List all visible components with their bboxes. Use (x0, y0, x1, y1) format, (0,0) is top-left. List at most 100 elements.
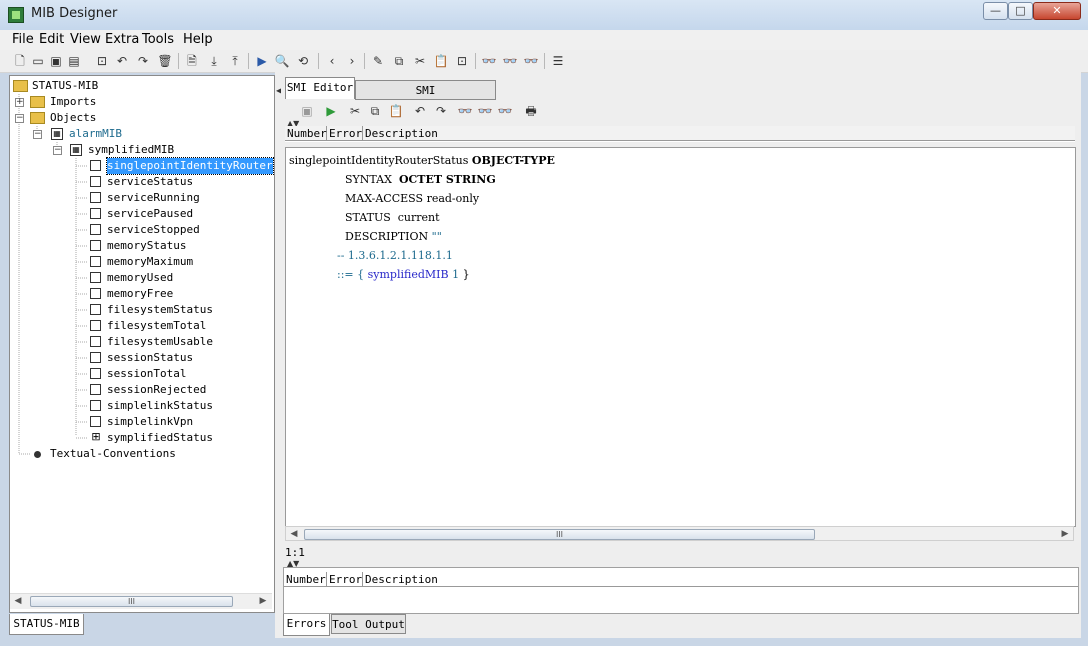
scalar-icon (90, 176, 101, 187)
compile-icon[interactable]: ⊡ (94, 53, 110, 69)
collapse-icon[interactable]: − (33, 130, 42, 139)
find-next-icon[interactable]: 👓 (502, 53, 518, 69)
copy-icon[interactable]: ⧉ (391, 53, 407, 69)
description-value: "" (431, 230, 442, 243)
tree-leaf[interactable]: serviceStatus (107, 174, 193, 190)
tab-smi-preview[interactable]: SMI Preview/Navigation (355, 80, 496, 117)
editor-horizontal-scrollbar[interactable]: ◀ III ▶ (285, 526, 1074, 541)
run-icon[interactable]: ▶ (254, 53, 270, 69)
redo-icon[interactable]: ↷ (135, 53, 151, 69)
tree-leaf[interactable]: serviceRunning (107, 190, 200, 206)
menu-help[interactable]: Help (183, 32, 213, 47)
mib-tree-panel[interactable]: STATUS-MIB + Imports − Objects − ▦ alarm… (9, 75, 275, 613)
scalar-icon (90, 384, 101, 395)
find-icon[interactable]: 👓 (457, 103, 473, 119)
save-icon[interactable]: ▣ (299, 103, 315, 119)
tree-item-status-mib[interactable]: STATUS-MIB (32, 78, 98, 94)
back-icon[interactable]: ‹ (324, 53, 340, 69)
tree-item-selected[interactable]: singlepointIdentityRouterStatus (106, 157, 274, 175)
tree-leaf[interactable]: symplifiedStatus (107, 430, 213, 446)
tab-status-mib[interactable]: STATUS-MIB (9, 614, 84, 635)
scalar-icon (90, 416, 101, 427)
cut-icon[interactable]: ✂ (412, 53, 428, 69)
save-all-icon[interactable]: ▤ (66, 53, 82, 69)
scroll-thumb[interactable]: III (304, 529, 815, 540)
minimize-button[interactable]: — (983, 2, 1008, 20)
tree-leaf[interactable]: sessionStatus (107, 350, 193, 366)
tree-item-textual-conventions[interactable]: Textual-Conventions (50, 446, 176, 462)
undo-icon[interactable]: ↶ (412, 103, 428, 119)
edit-icon[interactable]: ✎ (370, 53, 386, 69)
tree-leaf[interactable]: memoryUsed (107, 270, 173, 286)
menu-file[interactable]: File (12, 32, 34, 47)
scroll-left-icon[interactable]: ◀ (286, 527, 302, 542)
tab-tool-output[interactable]: Tool Output (331, 614, 406, 634)
undo-icon[interactable]: ↶ (114, 53, 130, 69)
import-icon[interactable]: ⤓ (206, 53, 222, 69)
run-icon[interactable]: ▶ (323, 103, 339, 119)
find-replace-icon[interactable]: 👓 (523, 53, 539, 69)
tree-leaf[interactable]: sessionTotal (107, 366, 186, 382)
save-icon[interactable]: ▣ (48, 53, 64, 69)
zoom-icon[interactable]: 🔍 (274, 53, 290, 69)
paste-icon[interactable]: 📋 (388, 103, 404, 119)
tree-leaf[interactable]: memoryStatus (107, 238, 186, 254)
find-next-icon[interactable]: 👓 (477, 103, 493, 119)
outline-icon[interactable]: ☰ (550, 53, 566, 69)
maximize-button[interactable]: □ (1008, 2, 1033, 20)
menu-view[interactable]: View (70, 32, 101, 47)
tree-leaf[interactable]: servicePaused (107, 206, 193, 222)
scroll-thumb[interactable]: III (30, 596, 233, 607)
replace-icon[interactable]: 👓 (497, 103, 513, 119)
tab-smi-editor[interactable]: SMI Editor (285, 77, 355, 99)
delete-icon[interactable]: 🗑 (157, 53, 173, 69)
col-description[interactable]: Description (363, 572, 1078, 587)
tree-leaf[interactable]: filesystemStatus (107, 302, 213, 318)
tree-leaf[interactable]: memoryMaximum (107, 254, 193, 270)
tree-horizontal-scrollbar[interactable]: ◀ III ▶ (10, 593, 272, 609)
new-file-icon[interactable]: 🗋 (12, 53, 28, 69)
tree-leaf[interactable]: filesystemUsable (107, 334, 213, 350)
col-number[interactable]: Number (284, 572, 327, 587)
collapse-icon[interactable]: − (15, 114, 24, 123)
tree-item-imports[interactable]: Imports (50, 94, 96, 110)
menu-extra[interactable]: Extra (105, 32, 139, 47)
tree-leaf[interactable]: sessionRejected (107, 382, 206, 398)
tree-item-objects[interactable]: Objects (50, 110, 96, 126)
smi-editor-textarea[interactable]: singlepointIdentityRouterStatus OBJECT-T… (285, 147, 1076, 527)
expand-icon[interactable]: + (15, 98, 24, 107)
menu-tools[interactable]: Tools (142, 32, 174, 47)
col-number[interactable]: Number (285, 126, 327, 141)
properties-icon[interactable]: ⊡ (454, 53, 470, 69)
copy-icon[interactable]: ⧉ (367, 103, 383, 119)
forward-icon[interactable]: › (344, 53, 360, 69)
scroll-left-icon[interactable]: ◀ (10, 594, 26, 609)
tree-item-symplified-mib[interactable]: symplifiedMIB (88, 142, 174, 158)
collapse-icon[interactable]: − (53, 146, 62, 155)
paste-icon[interactable]: 📋 (433, 53, 449, 69)
scalar-icon (90, 208, 101, 219)
tree-leaf[interactable]: memoryFree (107, 286, 173, 302)
tab-errors[interactable]: Errors (283, 614, 330, 636)
tree-leaf[interactable]: filesystemTotal (107, 318, 206, 334)
export-icon[interactable]: ⤒ (227, 53, 243, 69)
open-icon[interactable]: ▭ (30, 53, 46, 69)
walk-icon[interactable]: ⟲ (295, 53, 311, 69)
col-error[interactable]: Error (327, 126, 363, 141)
print-icon[interactable]: 🖶 (523, 103, 539, 119)
scroll-right-icon[interactable]: ▶ (255, 594, 271, 609)
cut-icon[interactable]: ✂ (347, 103, 363, 119)
new-object-icon[interactable]: 🗎 (184, 53, 200, 69)
col-description[interactable]: Description (363, 126, 1075, 141)
col-error[interactable]: Error (327, 572, 363, 587)
tree-item-alarm-mib[interactable]: alarmMIB (69, 126, 122, 142)
menu-edit[interactable]: Edit (39, 32, 64, 47)
close-button[interactable]: ✕ (1033, 2, 1081, 20)
tree-leaf[interactable]: simplelinkStatus (107, 398, 213, 414)
scroll-right-icon[interactable]: ▶ (1057, 527, 1073, 542)
redo-icon[interactable]: ↷ (433, 103, 449, 119)
tree-leaf[interactable]: simplelinkVpn (107, 414, 193, 430)
tree-leaf[interactable]: serviceStopped (107, 222, 200, 238)
find-icon[interactable]: 👓 (481, 53, 497, 69)
error-table[interactable]: Number Error Description (283, 567, 1079, 614)
